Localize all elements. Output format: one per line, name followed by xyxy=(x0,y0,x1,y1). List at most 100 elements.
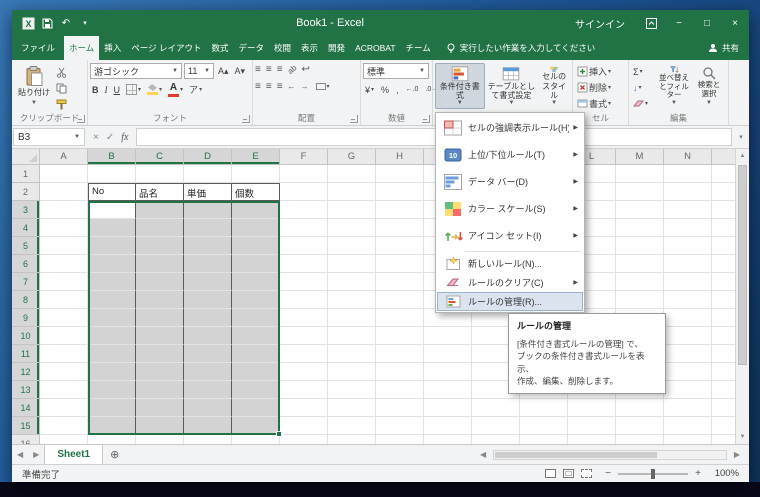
cell-L15[interactable] xyxy=(568,417,616,435)
cell-B12[interactable] xyxy=(88,363,136,381)
menu-item-highlight-cells-rules[interactable]: セルの強調表示ルール(H) ▶ xyxy=(437,114,583,141)
scroll-left-button[interactable]: ◀ xyxy=(475,450,491,459)
cell-N16[interactable] xyxy=(664,435,712,444)
cell-C9[interactable] xyxy=(136,309,184,327)
row-header-10[interactable]: 10 xyxy=(12,327,40,345)
format-cells-button[interactable]: 書式▾ xyxy=(575,96,626,111)
sheet-tab-sheet1[interactable]: Sheet1 xyxy=(44,445,103,464)
cell-C8[interactable] xyxy=(136,291,184,309)
decrease-indent-button[interactable]: ← xyxy=(288,83,296,91)
row-header-11[interactable]: 11 xyxy=(12,345,40,363)
cell-M6[interactable] xyxy=(616,255,664,273)
cell-F4[interactable] xyxy=(280,219,328,237)
cell-B11[interactable] xyxy=(88,345,136,363)
cell-A2[interactable] xyxy=(40,183,88,201)
tab-formulas[interactable]: 数式 xyxy=(206,36,233,60)
cell-C5[interactable] xyxy=(136,237,184,255)
cell-D14[interactable] xyxy=(184,399,232,417)
cell-E13[interactable] xyxy=(232,381,280,399)
cell-D8[interactable] xyxy=(184,291,232,309)
cell-G13[interactable] xyxy=(328,381,376,399)
minimize-button[interactable]: − xyxy=(665,10,693,36)
cell-H7[interactable] xyxy=(376,273,424,291)
cell-N2[interactable] xyxy=(664,183,712,201)
cell-C2[interactable]: 品名 xyxy=(136,183,184,201)
row-header-12[interactable]: 12 xyxy=(12,363,40,381)
cell-G2[interactable] xyxy=(328,183,376,201)
cell-H8[interactable] xyxy=(376,291,424,309)
orientation-button[interactable]: ab xyxy=(286,64,298,76)
cell-F11[interactable] xyxy=(280,345,328,363)
cell-C3[interactable] xyxy=(136,201,184,219)
cell-H1[interactable] xyxy=(376,165,424,183)
cell-H2[interactable] xyxy=(376,183,424,201)
insert-cells-button[interactable]: 挿入▾ xyxy=(575,64,626,79)
cell-N14[interactable] xyxy=(664,399,712,417)
insert-function-button[interactable]: fx xyxy=(121,132,128,143)
cell-A7[interactable] xyxy=(40,273,88,291)
currency-format-button[interactable]: ¥▾ xyxy=(363,82,376,97)
decrease-font-size-button[interactable]: A▾ xyxy=(233,64,248,79)
page-layout-view-button[interactable] xyxy=(559,465,577,482)
percent-style-button[interactable]: % xyxy=(379,82,391,97)
cell-B8[interactable] xyxy=(88,291,136,309)
clipboard-dialog-launcher[interactable] xyxy=(77,115,85,123)
tab-insert[interactable]: 挿入 xyxy=(99,36,126,60)
cell-L16[interactable] xyxy=(568,435,616,444)
cell-M1[interactable] xyxy=(616,165,664,183)
scroll-up-button[interactable]: ▲ xyxy=(736,149,749,163)
close-button[interactable]: × xyxy=(721,10,749,36)
cell-H10[interactable] xyxy=(376,327,424,345)
cell-C12[interactable] xyxy=(136,363,184,381)
cell-D5[interactable] xyxy=(184,237,232,255)
bottom-align-button[interactable]: ≡ xyxy=(277,65,283,75)
cell-C14[interactable] xyxy=(136,399,184,417)
fill-color-button[interactable]: ▾ xyxy=(145,82,164,97)
cell-F14[interactable] xyxy=(280,399,328,417)
cell-C10[interactable] xyxy=(136,327,184,345)
cell-G7[interactable] xyxy=(328,273,376,291)
cell-A3[interactable] xyxy=(40,201,88,219)
cell-N13[interactable] xyxy=(664,381,712,399)
cell-C7[interactable] xyxy=(136,273,184,291)
cell-K16[interactable] xyxy=(520,435,568,444)
cell-D7[interactable] xyxy=(184,273,232,291)
cell-H12[interactable] xyxy=(376,363,424,381)
cell-A1[interactable] xyxy=(40,165,88,183)
increase-decimal-button[interactable]: ←.0 xyxy=(404,82,421,97)
scroll-down-button[interactable]: ▼ xyxy=(736,430,749,444)
cell-E7[interactable] xyxy=(232,273,280,291)
zoom-slider[interactable] xyxy=(618,473,688,475)
row-header-16[interactable]: 16 xyxy=(12,435,40,444)
italic-button[interactable]: I xyxy=(103,82,110,97)
cell-A11[interactable] xyxy=(40,345,88,363)
middle-align-button[interactable]: ≡ xyxy=(266,65,272,75)
cell-G12[interactable] xyxy=(328,363,376,381)
cell-M3[interactable] xyxy=(616,201,664,219)
cell-F8[interactable] xyxy=(280,291,328,309)
cell-B14[interactable] xyxy=(88,399,136,417)
excel-app-icon[interactable]: X xyxy=(20,15,36,31)
align-left-button[interactable]: ≡ xyxy=(255,82,261,92)
align-right-button[interactable]: ≡ xyxy=(277,82,283,92)
cell-E3[interactable] xyxy=(232,201,280,219)
number-dialog-launcher[interactable] xyxy=(422,115,430,123)
cell-I15[interactable] xyxy=(424,417,472,435)
cell-B7[interactable] xyxy=(88,273,136,291)
cell-D12[interactable] xyxy=(184,363,232,381)
cell-E6[interactable] xyxy=(232,255,280,273)
cell-E10[interactable] xyxy=(232,327,280,345)
row-header-6[interactable]: 6 xyxy=(12,255,40,273)
cell-A10[interactable] xyxy=(40,327,88,345)
cell-C1[interactable] xyxy=(136,165,184,183)
cell-N12[interactable] xyxy=(664,363,712,381)
cell-G16[interactable] xyxy=(328,435,376,444)
cell-A6[interactable] xyxy=(40,255,88,273)
paste-button[interactable]: 貼り付け ▼ xyxy=(14,63,54,109)
formula-bar-expand-button[interactable]: ▾ xyxy=(734,133,748,141)
cell-G5[interactable] xyxy=(328,237,376,255)
menu-item-clear-rules[interactable]: ルールのクリア(C) ▶ xyxy=(437,273,583,292)
cell-N1[interactable] xyxy=(664,165,712,183)
cell-M5[interactable] xyxy=(616,237,664,255)
format-as-table-button[interactable]: テーブルとして書式設定 ▼ xyxy=(486,63,538,109)
